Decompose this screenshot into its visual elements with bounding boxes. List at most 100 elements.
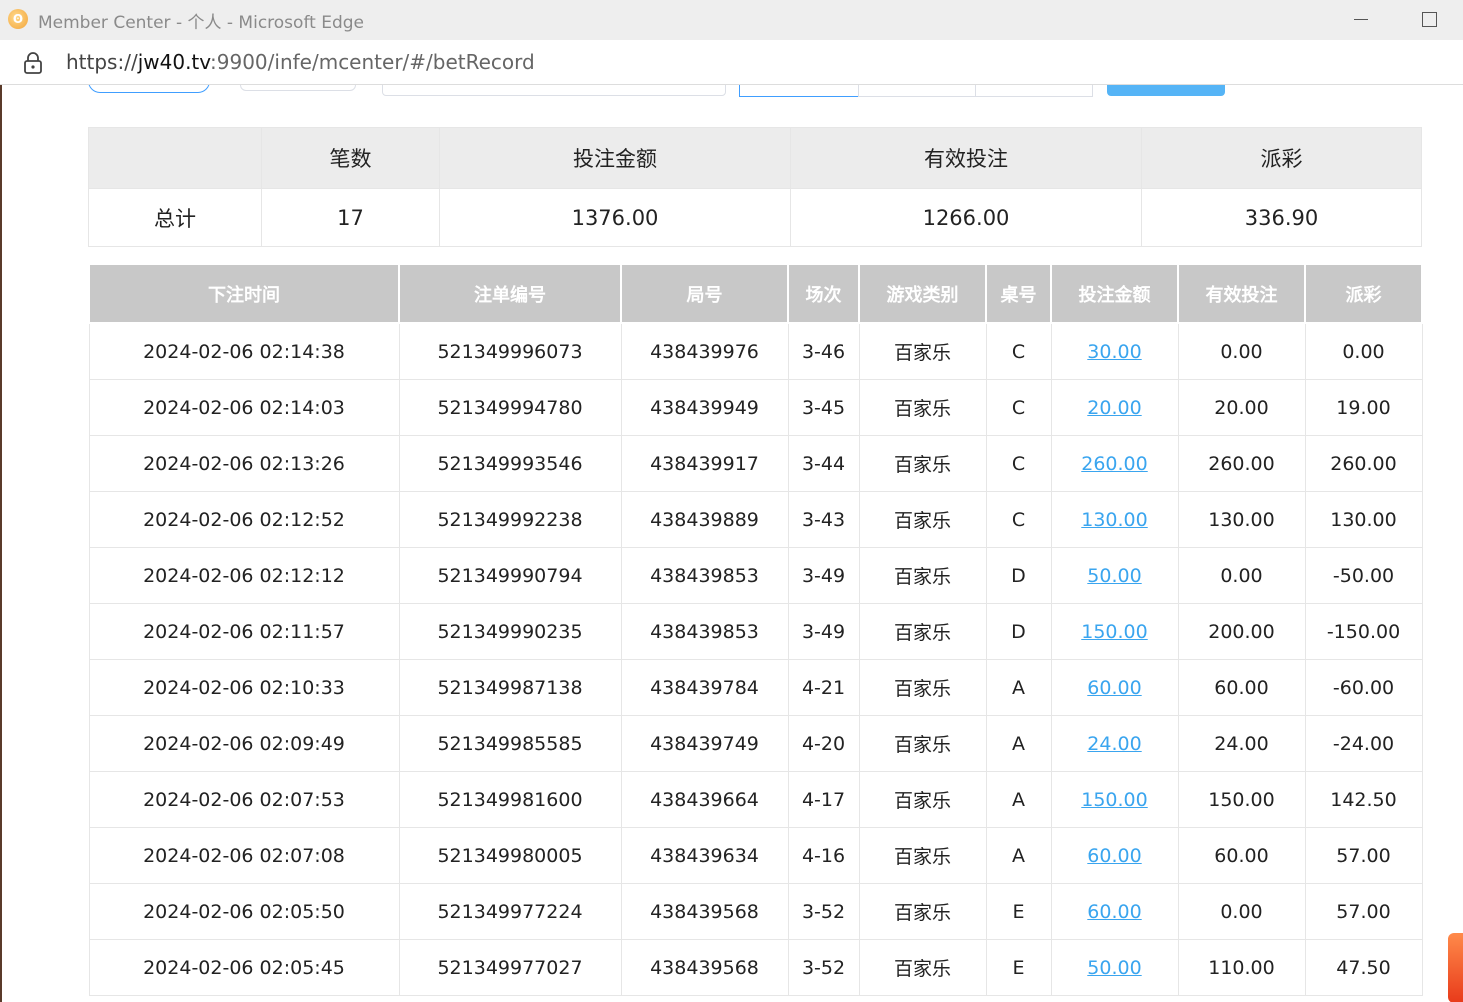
filter-select[interactable] (240, 85, 356, 91)
quick-range-button-1[interactable] (739, 85, 859, 97)
order-no-cell: 521349994780 (398, 379, 622, 436)
payout-cell: 57.00 (1304, 883, 1423, 940)
game-type-cell: 百家乐 (858, 322, 987, 380)
bet-amount-cell: 260.00 (1050, 435, 1179, 492)
url-text[interactable]: https://jw40.tv:9900/infe/mcenter/#/betR… (66, 50, 535, 74)
quick-range-button-3[interactable] (975, 85, 1093, 97)
table-no-cell: A (985, 715, 1052, 772)
maximize-button[interactable] (1406, 4, 1452, 34)
payout-cell: 260.00 (1304, 435, 1423, 492)
round-no-cell: 438439853 (620, 547, 789, 604)
valid-bet-cell: 60.00 (1177, 659, 1306, 716)
valid-bet-cell: 0.00 (1177, 322, 1306, 380)
bet-amount-link[interactable]: 20.00 (1087, 397, 1141, 419)
floating-side-badge[interactable] (1448, 933, 1463, 1002)
session-cell: 3-52 (787, 939, 860, 996)
game-type-cell: 百家乐 (858, 827, 987, 884)
order-no-cell: 521349977224 (398, 883, 622, 940)
records-body: 2024-02-06 02:14:38 521349996073 438439976… (88, 322, 1423, 996)
order-no-cell: 521349996073 (398, 322, 622, 380)
order-no-cell: 521349993546 (398, 435, 622, 492)
session-cell: 3-52 (787, 883, 860, 940)
game-type-cell: 百家乐 (858, 491, 987, 548)
bet-amount-cell: 60.00 (1050, 827, 1179, 884)
summary-header-count: 笔数 (261, 127, 440, 189)
summary-total-label: 总计 (88, 188, 262, 247)
game-type-cell: 百家乐 (858, 715, 987, 772)
address-bar[interactable]: https://jw40.tv:9900/infe/mcenter/#/betR… (0, 40, 1463, 85)
bet-time-cell: 2024-02-06 02:05:45 (88, 939, 400, 996)
quick-range-button-2[interactable] (858, 85, 976, 97)
bet-amount-link[interactable]: 50.00 (1087, 565, 1141, 587)
game-type-cell: 百家乐 (858, 659, 987, 716)
valid-bet-cell: 60.00 (1177, 827, 1306, 884)
session-cell: 4-16 (787, 827, 860, 884)
table-row: 2024-02-06 02:07:53 521349981600 438439664… (88, 771, 1423, 828)
page-content: 笔数 投注金额 有效投注 派彩 总计 17 1376.00 1266.00 33… (0, 85, 1463, 1002)
round-no-cell: 438439568 (620, 939, 789, 996)
table-row: 2024-02-06 02:05:50 521349977224 438439568… (88, 883, 1423, 940)
minimize-button[interactable] (1338, 4, 1384, 34)
payout-cell: 130.00 (1304, 491, 1423, 548)
order-no-cell: 521349992238 (398, 491, 622, 548)
valid-bet-cell: 24.00 (1177, 715, 1306, 772)
order-no-cell: 521349980005 (398, 827, 622, 884)
valid-bet-cell: 130.00 (1177, 491, 1306, 548)
bet-amount-link[interactable]: 60.00 (1087, 901, 1141, 923)
valid-bet-cell: 200.00 (1177, 603, 1306, 660)
summary-header-bet-amount: 投注金额 (439, 127, 791, 189)
order-no-cell: 521349981600 (398, 771, 622, 828)
round-no-cell: 438439917 (620, 435, 789, 492)
table-row: 2024-02-06 02:05:45 521349977027 438439568… (88, 939, 1423, 996)
payout-cell: 0.00 (1304, 322, 1423, 380)
summary-header-valid-bet: 有效投注 (790, 127, 1142, 189)
bet-time-cell: 2024-02-06 02:12:52 (88, 491, 400, 548)
bet-amount-link[interactable]: 50.00 (1087, 957, 1141, 979)
url-prefix: https:// (66, 50, 138, 74)
edge-app-icon: ʘ (8, 9, 28, 29)
table-no-cell: D (985, 547, 1052, 604)
lock-icon[interactable] (22, 51, 44, 75)
window-titlebar: ʘ Member Center - 个人 - Microsoft Edge (0, 0, 1463, 40)
bet-amount-link[interactable]: 130.00 (1081, 509, 1147, 531)
header-table-no: 桌号 (985, 263, 1052, 324)
valid-bet-cell: 150.00 (1177, 771, 1306, 828)
session-cell: 3-44 (787, 435, 860, 492)
table-no-cell: A (985, 827, 1052, 884)
bet-time-cell: 2024-02-06 02:07:08 (88, 827, 400, 884)
summary-total-count: 17 (261, 188, 440, 247)
table-no-cell: D (985, 603, 1052, 660)
header-bet-time: 下注时间 (88, 263, 400, 324)
bet-amount-link[interactable]: 60.00 (1087, 677, 1141, 699)
bet-amount-link[interactable]: 30.00 (1087, 341, 1141, 363)
bet-amount-link[interactable]: 260.00 (1081, 453, 1147, 475)
table-row: 2024-02-06 02:13:26 521349993546 438439917… (88, 435, 1423, 492)
table-no-cell: A (985, 771, 1052, 828)
session-cell: 3-49 (787, 603, 860, 660)
summary-table: 笔数 投注金额 有效投注 派彩 总计 17 1376.00 1266.00 33… (88, 127, 1422, 247)
table-row: 2024-02-06 02:11:57 521349990235 438439853… (88, 603, 1423, 660)
bet-time-cell: 2024-02-06 02:05:50 (88, 883, 400, 940)
bet-time-cell: 2024-02-06 02:14:03 (88, 379, 400, 436)
table-no-cell: C (985, 322, 1052, 380)
left-edge-strip (0, 85, 2, 1002)
bet-amount-link[interactable]: 24.00 (1087, 733, 1141, 755)
bet-amount-link[interactable]: 60.00 (1087, 845, 1141, 867)
round-no-cell: 438439853 (620, 603, 789, 660)
search-button[interactable] (1107, 85, 1225, 96)
bet-amount-cell: 130.00 (1050, 491, 1179, 548)
payout-cell: -24.00 (1304, 715, 1423, 772)
filter-tab-button[interactable] (88, 85, 210, 93)
bet-amount-cell: 24.00 (1050, 715, 1179, 772)
bet-amount-link[interactable]: 150.00 (1081, 621, 1147, 643)
payout-cell: 57.00 (1304, 827, 1423, 884)
summary-total-bet-amount: 1376.00 (439, 188, 791, 247)
date-range-input[interactable] (382, 85, 726, 96)
header-bet-amount: 投注金额 (1050, 263, 1179, 324)
bet-amount-link[interactable]: 150.00 (1081, 789, 1147, 811)
header-order-no: 注单编号 (398, 263, 622, 324)
valid-bet-cell: 0.00 (1177, 547, 1306, 604)
bet-time-cell: 2024-02-06 02:14:38 (88, 322, 400, 380)
table-no-cell: E (985, 883, 1052, 940)
order-no-cell: 521349990235 (398, 603, 622, 660)
